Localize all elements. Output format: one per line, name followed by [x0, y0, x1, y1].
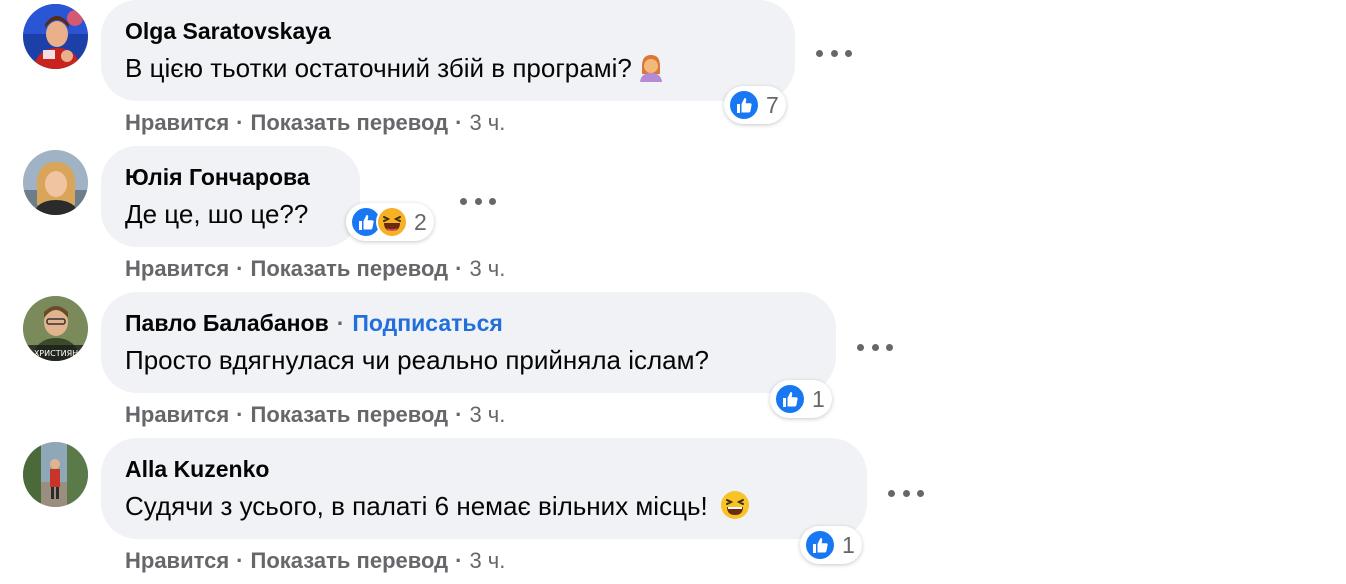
author-name[interactable]: Alla Kuzenko — [125, 456, 269, 482]
comment-yulia: Юлія Гончарова Де це, шо це?? 2 Нравится… — [0, 146, 1346, 292]
follow-link[interactable]: Подписаться — [352, 310, 502, 336]
grinning-squinting-icon — [720, 490, 750, 520]
comment-actions: Нравится · Показать перевод · 3 ч. — [125, 548, 506, 573]
timestamp[interactable]: 3 ч. — [469, 110, 505, 135]
avatar[interactable] — [23, 442, 88, 507]
comment-text: В цією тьотки остаточний збій в програмі… — [125, 53, 632, 83]
comment-bubble: Юлія Гончарова Де це, шо це?? — [101, 146, 360, 247]
comment-olga: Olga Saratovskaya В цією тьотки остаточн… — [0, 0, 1346, 146]
timestamp[interactable]: 3 ч. — [469, 402, 505, 427]
like-icon — [728, 89, 760, 121]
like-icon — [774, 383, 806, 415]
comment-bubble: Alla Kuzenko Судячи з усього, в палаті 6… — [101, 438, 867, 539]
comment-text: Де це, шо це?? — [125, 199, 309, 229]
more-options-icon[interactable] — [814, 43, 854, 63]
comment-alla: Alla Kuzenko Судячи з усього, в палаті 6… — [0, 438, 1346, 584]
comment-actions: Нравится · Показать перевод · 3 ч. — [125, 402, 506, 427]
comment-text: Судячи з усього, в палаті 6 немає вільни… — [125, 491, 708, 521]
reaction-summary[interactable]: 2 — [346, 203, 434, 241]
like-link[interactable]: Нравится — [125, 402, 229, 427]
timestamp[interactable]: 3 ч. — [469, 548, 505, 573]
translate-link[interactable]: Показать перевод — [251, 548, 449, 573]
more-options-icon[interactable] — [458, 191, 498, 211]
like-link[interactable]: Нравится — [125, 548, 229, 573]
avatar[interactable] — [23, 4, 88, 69]
avatar[interactable] — [23, 150, 88, 215]
like-link[interactable]: Нравится — [125, 110, 229, 135]
translate-link[interactable]: Показать перевод — [251, 110, 449, 135]
reaction-count: 1 — [842, 531, 855, 558]
comment-text: Просто вдягнулася чи реально прийняла іс… — [125, 345, 709, 375]
like-icon — [804, 529, 836, 561]
reaction-count: 2 — [414, 208, 427, 235]
author-name[interactable]: Павло Балабанов — [125, 310, 329, 336]
author-name[interactable]: Olga Saratovskaya — [125, 18, 331, 44]
comment-bubble: Olga Saratovskaya В цією тьотки остаточн… — [101, 0, 795, 101]
haha-icon — [376, 206, 408, 238]
translate-link[interactable]: Показать перевод — [251, 402, 449, 427]
comment-bubble: Павло Балабанов · Подписаться Просто вдягн… — [101, 292, 836, 393]
comment-pavlo: ХРИСТИЯН Павло Балабанов · Подписаться Про… — [0, 292, 1346, 438]
woman-facepalming-icon — [636, 52, 666, 82]
reaction-summary[interactable]: 7 — [724, 86, 786, 124]
avatar-caption: ХРИСТИЯН — [34, 349, 78, 358]
reaction-count: 7 — [766, 91, 779, 118]
like-link[interactable]: Нравится — [125, 256, 229, 281]
more-options-icon[interactable] — [886, 483, 926, 503]
avatar[interactable]: ХРИСТИЯН — [23, 296, 88, 361]
translate-link[interactable]: Показать перевод — [251, 256, 449, 281]
more-options-icon[interactable] — [855, 337, 895, 357]
comment-actions: Нравится · Показать перевод · 3 ч. — [125, 256, 506, 281]
author-name[interactable]: Юлія Гончарова — [125, 164, 310, 190]
timestamp[interactable]: 3 ч. — [469, 256, 505, 281]
reaction-summary[interactable]: 1 — [800, 526, 862, 564]
comment-actions: Нравится · Показать перевод · 3 ч. — [125, 110, 506, 135]
reaction-summary[interactable]: 1 — [770, 380, 832, 418]
reaction-count: 1 — [812, 385, 825, 412]
